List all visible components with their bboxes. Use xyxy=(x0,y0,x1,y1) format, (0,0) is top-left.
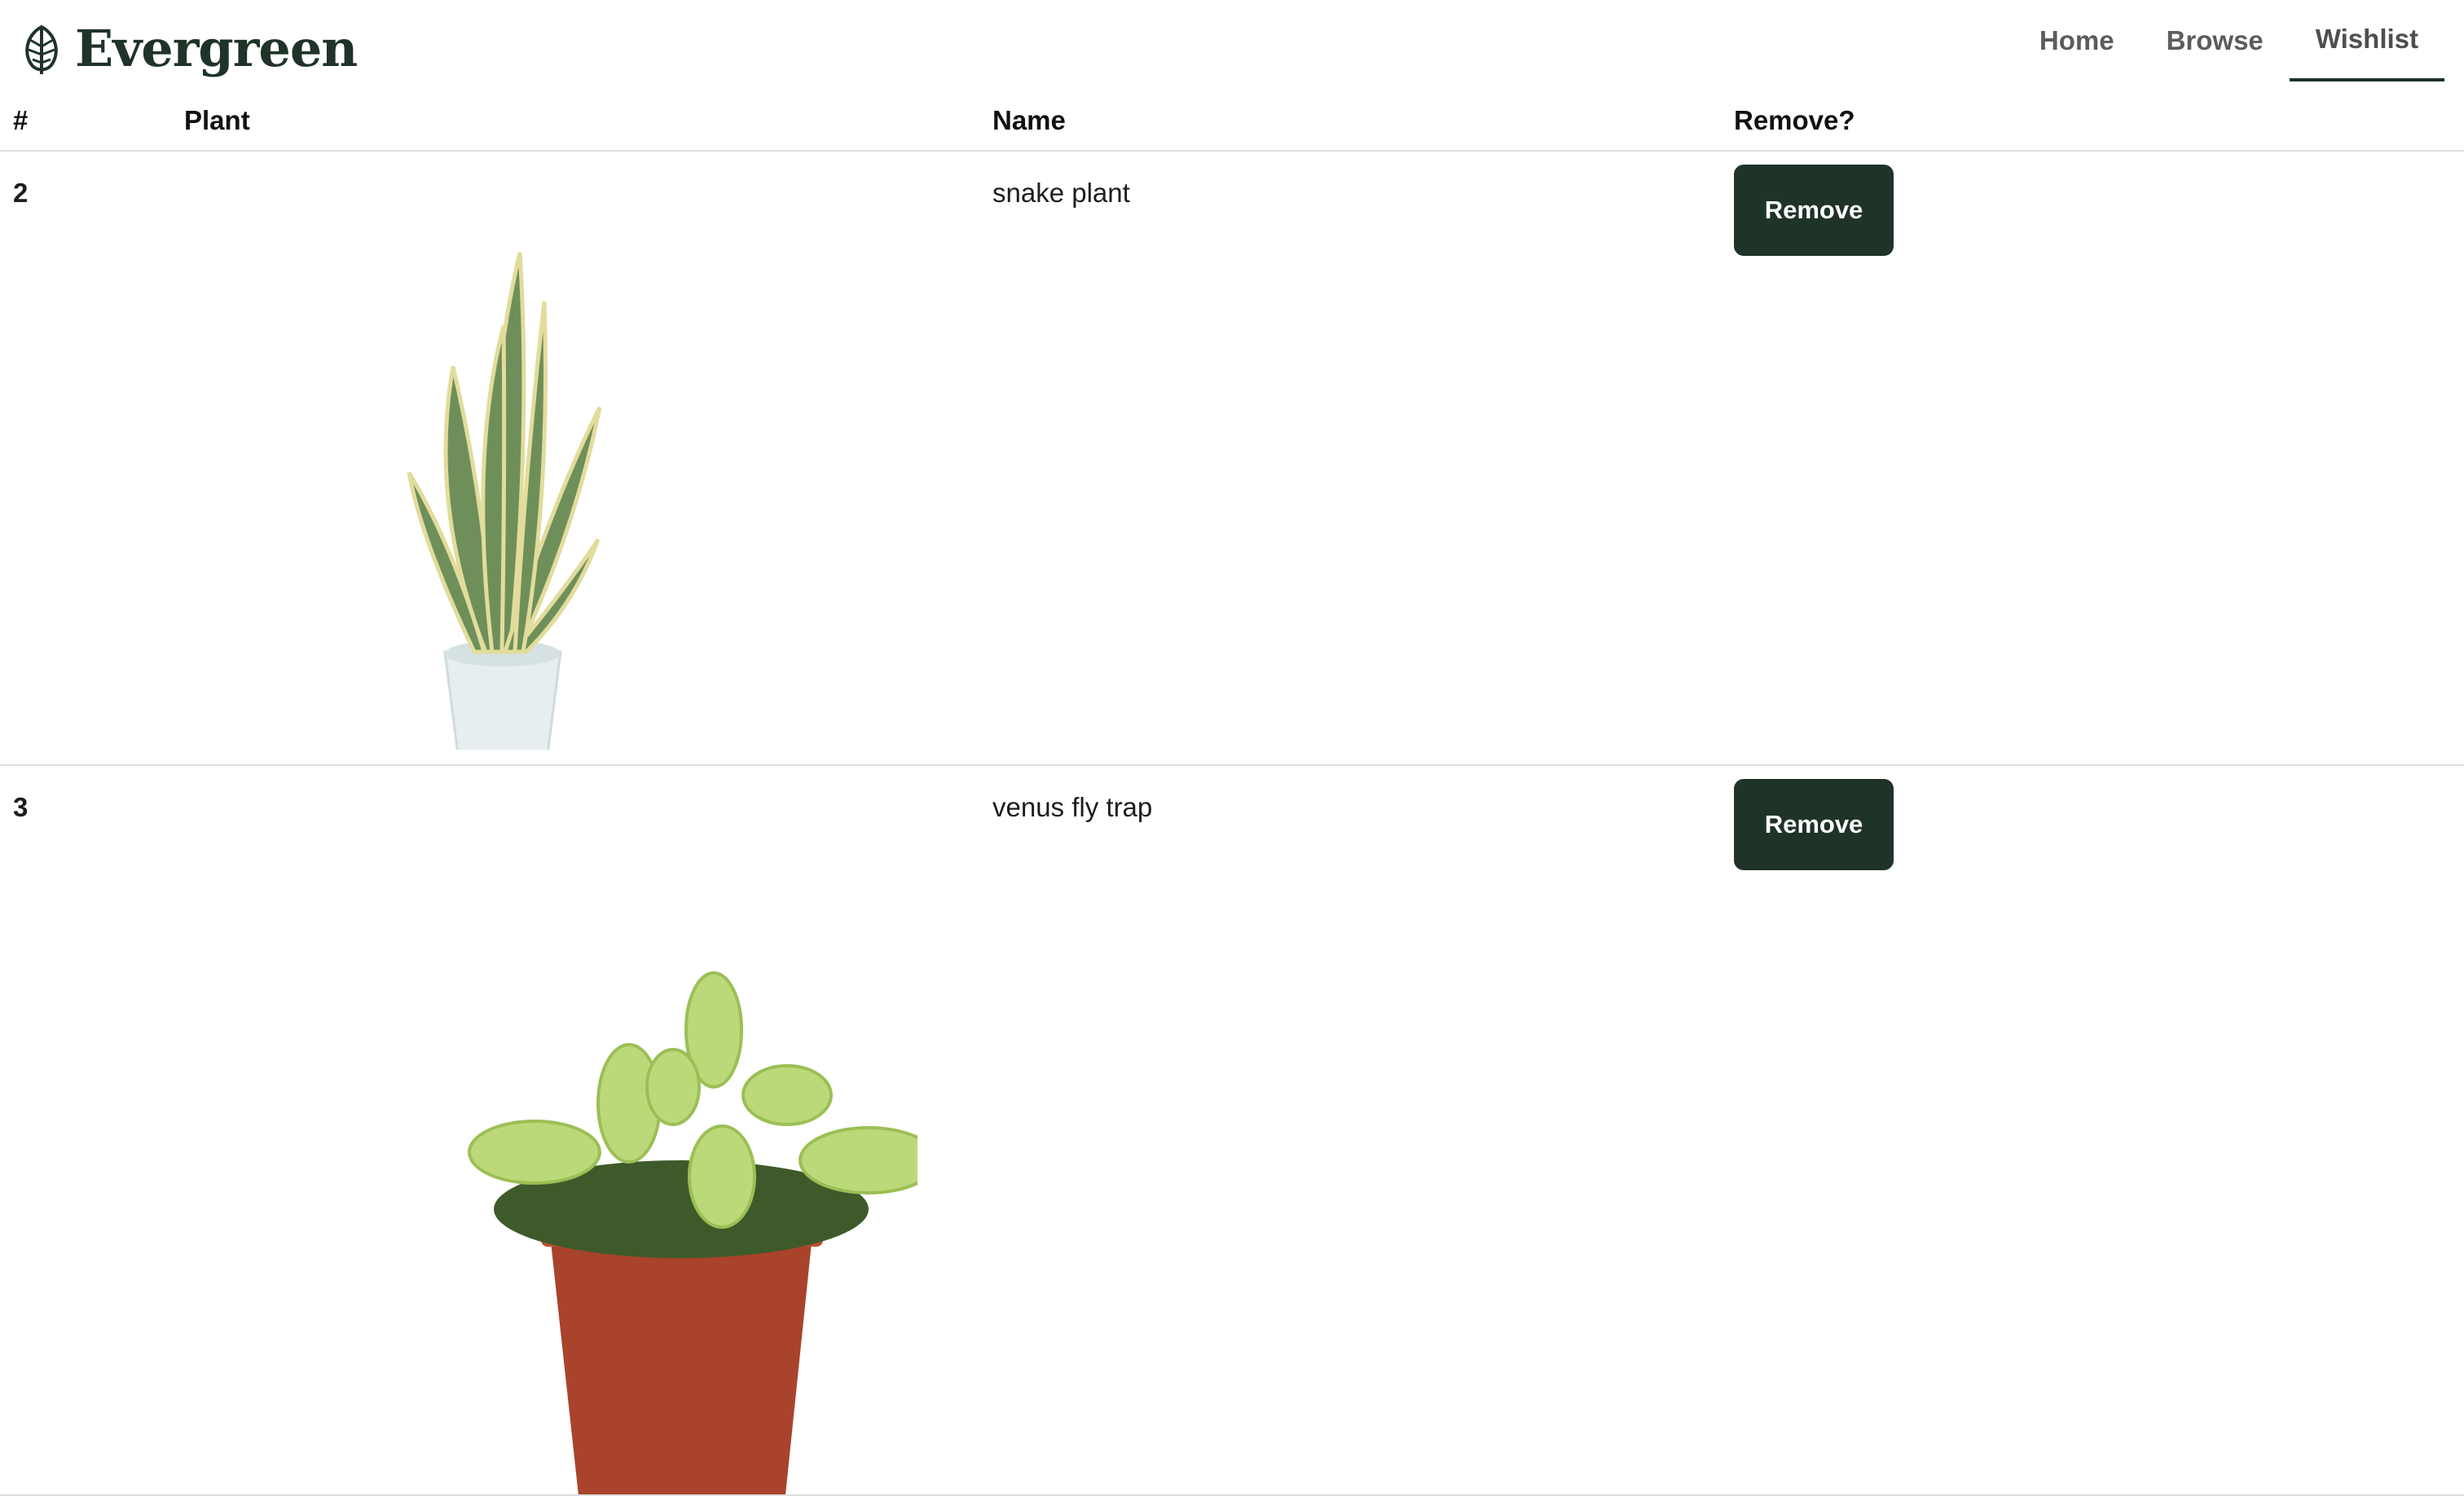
column-header-number: # xyxy=(0,91,171,152)
table-row: 3 venus fly trap Remove xyxy=(0,765,2464,1496)
remove-button[interactable]: Remove xyxy=(1734,779,1894,870)
nav-browse[interactable]: Browse xyxy=(2141,0,2290,81)
nav-wishlist[interactable]: Wishlist xyxy=(2289,0,2444,81)
plant-name: snake plant xyxy=(979,151,1721,766)
leaf-icon xyxy=(25,24,58,74)
column-header-remove: Remove? xyxy=(1721,91,2464,152)
remove-button[interactable]: Remove xyxy=(1734,165,1894,256)
row-number: 3 xyxy=(0,765,171,1496)
site-header: Evergreen Home Browse Wishlist xyxy=(0,0,2464,91)
table-header-row: # Plant Name Remove? xyxy=(0,91,2464,152)
plant-name: venus fly trap xyxy=(979,765,1721,1496)
main-nav: Home Browse Wishlist xyxy=(2013,0,2444,81)
remove-cell: Remove xyxy=(1721,151,2464,766)
plant-cell xyxy=(171,765,979,1496)
venus-fly-trap-image xyxy=(468,971,917,1494)
column-header-plant: Plant xyxy=(171,91,979,152)
table-row: 2 snake plant Remove xyxy=(0,151,2464,766)
brand-logo[interactable]: Evergreen xyxy=(18,18,358,80)
brand-name: Evergreen xyxy=(75,19,358,78)
remove-cell: Remove xyxy=(1721,765,2464,1496)
snake-plant-image xyxy=(407,252,602,750)
column-header-name: Name xyxy=(979,91,1721,152)
plant-cell xyxy=(171,151,979,766)
wishlist-table: # Plant Name Remove? 2 snake plant Remov… xyxy=(0,91,2464,1496)
row-number: 2 xyxy=(0,151,171,766)
nav-home[interactable]: Home xyxy=(2013,0,2141,81)
